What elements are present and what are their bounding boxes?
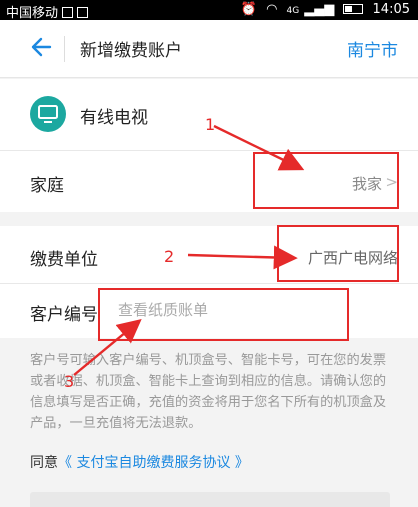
page-title: 新增缴费账户 xyxy=(80,41,182,61)
agreement-prefix: 同意 xyxy=(30,455,58,471)
message-notification-icon xyxy=(77,7,89,18)
carrier-label: 中国移动 xyxy=(6,6,59,21)
city-selector[interactable]: 南宁市 xyxy=(347,36,398,61)
agreement-link[interactable]: 《 支付宝自助缴费服务协议 》 xyxy=(58,455,249,471)
back-arrow-icon[interactable] xyxy=(30,32,52,62)
annotation-box-1 xyxy=(253,152,399,209)
annotation-box-3 xyxy=(98,288,349,341)
service-label: 有线电视 xyxy=(80,108,148,128)
wifi-icon: ◠ xyxy=(266,2,278,17)
annotation-box-2 xyxy=(277,225,399,282)
nav-divider xyxy=(64,36,65,62)
annotation-number-1: 1 xyxy=(205,115,216,134)
image-notification-icon xyxy=(62,7,74,18)
annotation-number-2: 2 xyxy=(164,247,175,266)
clock: 14:05 xyxy=(372,2,410,17)
battery-icon xyxy=(343,4,364,14)
status-bar: 中国移动 ⏰ ◠ 4G ▂▄▆ 14:05 xyxy=(0,0,418,21)
notice-text: 客户号可输入客户编号、机顶盒号、智能卡号，可在您的发票或者收据、机顶盒、智能卡上… xyxy=(30,353,387,431)
billing-unit-label: 缴费单位 xyxy=(30,250,98,270)
submit-button[interactable] xyxy=(30,492,390,507)
signal-icon: 4G xyxy=(286,6,300,16)
household-label: 家庭 xyxy=(30,176,64,196)
annotation-number-3: 3 xyxy=(64,372,75,391)
signal-bars-icon: ▂▄▆ xyxy=(304,2,335,17)
customer-number-label: 客户编号 xyxy=(30,305,98,325)
agreement-line: 同意《 支付宝自助缴费服务协议 》 xyxy=(30,452,249,472)
tv-icon xyxy=(30,96,66,132)
alarm-icon: ⏰ xyxy=(240,2,257,17)
nav-bar: 新增缴费账户 南宁市 xyxy=(0,20,418,78)
